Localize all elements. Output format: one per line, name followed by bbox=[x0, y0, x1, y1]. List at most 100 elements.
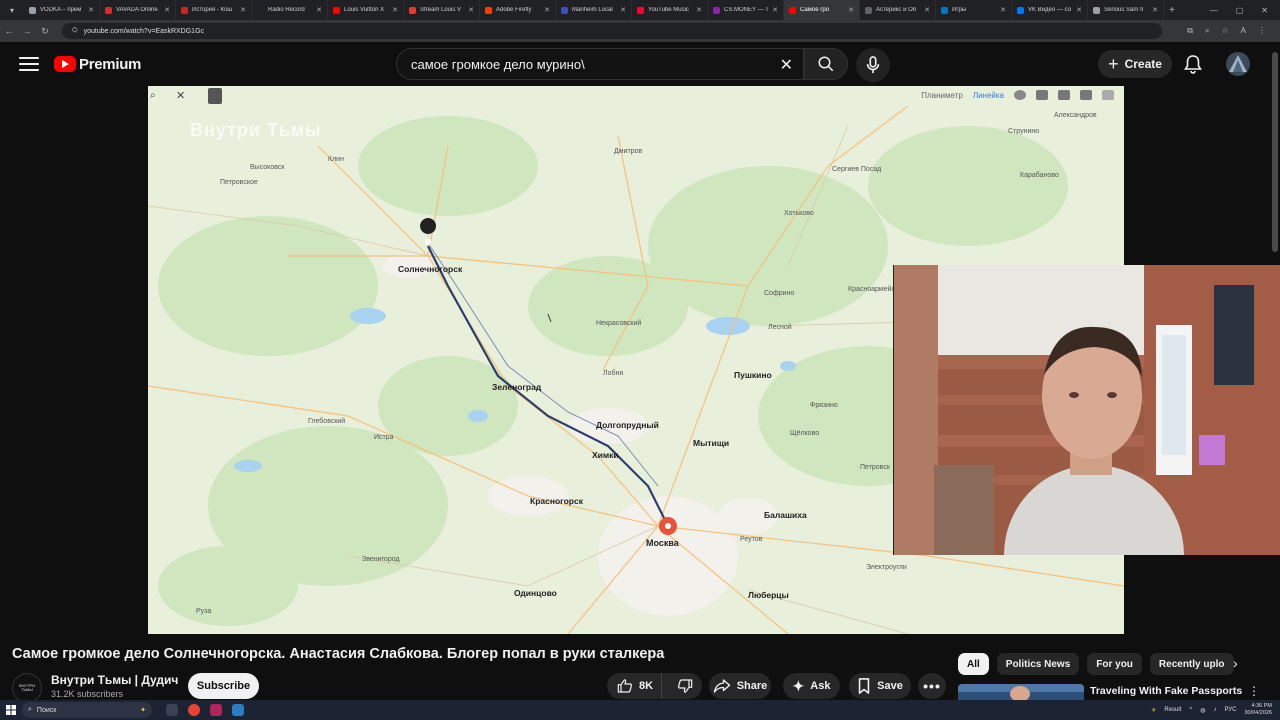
clear-search-icon[interactable]: ✕ bbox=[780, 55, 793, 75]
language-indicator[interactable]: РУС bbox=[1224, 707, 1236, 713]
browser-tab[interactable]: Астерикс и Об ✕ bbox=[860, 0, 936, 20]
reload-icon[interactable]: ↻ bbox=[36, 26, 54, 37]
scrollbar-thumb[interactable] bbox=[1272, 52, 1278, 252]
maximize-icon[interactable]: ▢ bbox=[1236, 6, 1244, 15]
tab-close-icon[interactable]: ✕ bbox=[316, 6, 322, 14]
tab-close-icon[interactable]: ✕ bbox=[620, 6, 626, 14]
weather-icon[interactable]: ☀ bbox=[1151, 707, 1156, 714]
minimize-icon[interactable]: — bbox=[1210, 6, 1218, 15]
tab-close-icon[interactable]: ✕ bbox=[468, 6, 474, 14]
browser-tab[interactable]: Stream Louis V ✕ bbox=[404, 0, 480, 20]
like-button[interactable]: 8K bbox=[607, 673, 662, 699]
extension-icon[interactable]: A bbox=[1241, 26, 1246, 36]
related-video-thumbnail[interactable] bbox=[958, 684, 1084, 700]
notifications-bell-icon[interactable] bbox=[1184, 54, 1202, 74]
layers-icon[interactable] bbox=[1014, 90, 1026, 100]
tab-close-icon[interactable]: ✕ bbox=[848, 6, 854, 14]
zoom-icon[interactable]: ⌕ bbox=[1205, 26, 1209, 36]
back-icon[interactable]: ← bbox=[0, 26, 18, 36]
forward-icon[interactable]: → bbox=[18, 26, 36, 36]
panorama-icon[interactable] bbox=[1036, 90, 1048, 100]
tab-close-icon[interactable]: ✕ bbox=[696, 6, 702, 14]
more-vertical-icon[interactable]: ⋮ bbox=[1248, 684, 1260, 698]
save-button[interactable]: Save bbox=[849, 673, 911, 699]
menu-icon[interactable] bbox=[19, 57, 39, 71]
voice-search-button[interactable] bbox=[856, 48, 890, 82]
tab-close-icon[interactable]: ✕ bbox=[392, 6, 398, 14]
share-button[interactable]: Share bbox=[709, 673, 771, 699]
tab-close-icon[interactable]: ✕ bbox=[772, 6, 778, 14]
dislike-button[interactable] bbox=[668, 678, 702, 694]
tab-close-icon[interactable]: ✕ bbox=[240, 6, 246, 14]
channel-name[interactable]: Внутри Тьмы | Дудич bbox=[51, 673, 178, 687]
browser-tab[interactable]: VODKA – прем ✕ bbox=[24, 0, 100, 20]
tab-close-icon[interactable]: ✕ bbox=[1152, 6, 1158, 14]
clock[interactable]: 4:36 PM 30/04/2026 bbox=[1244, 703, 1272, 716]
youtube-header: Premium самое громкое дело мурино\ ✕ + C… bbox=[0, 42, 1280, 86]
tray-chevron-icon[interactable]: ^ bbox=[1189, 707, 1192, 713]
create-button[interactable]: + Create bbox=[1098, 50, 1172, 78]
browser-tab[interactable]: Serious Sam II ✕ bbox=[1088, 0, 1164, 20]
camera-icon[interactable] bbox=[1058, 90, 1070, 100]
open-in-app-icon[interactable]: ⧉ bbox=[1187, 26, 1193, 36]
browser-tab[interactable]: VK Видео — со ✕ bbox=[1012, 0, 1088, 20]
channel-avatar[interactable]: ВНУТРИ ТЬМЫ bbox=[12, 673, 42, 703]
search-button[interactable] bbox=[804, 48, 848, 80]
planimeter-tool[interactable]: Планиметр bbox=[921, 91, 963, 100]
new-tab-button[interactable]: + bbox=[1164, 5, 1180, 16]
tab-close-icon[interactable]: ✕ bbox=[544, 6, 550, 14]
browser-tab[interactable]: Игры ✕ bbox=[936, 0, 1012, 20]
taskbar-search[interactable]: ⌕ Поиск ✦ bbox=[22, 702, 152, 718]
search-input[interactable]: самое громкое дело мурино\ ✕ bbox=[396, 48, 804, 80]
browser-tab[interactable]: Самое гро ✕ bbox=[784, 0, 860, 20]
site-info-icon[interactable]: ⛭ bbox=[72, 27, 78, 35]
map-panel-handle[interactable] bbox=[208, 88, 222, 104]
browser-menu-icon[interactable]: ⋮ bbox=[1258, 26, 1266, 36]
network-icon[interactable]: ◍ bbox=[1200, 707, 1205, 714]
map-place-label: Звенигород bbox=[362, 556, 400, 563]
subscribe-button[interactable]: Subscribe bbox=[188, 673, 259, 699]
map-search-icon[interactable]: ⌕ bbox=[150, 90, 156, 101]
tab-close-icon[interactable]: ✕ bbox=[1076, 6, 1082, 14]
ask-button[interactable]: ✦ Ask bbox=[783, 673, 840, 699]
browser-tab[interactable]: Manheim Local ✕ bbox=[556, 0, 632, 20]
ruler-tool[interactable]: Линейка bbox=[973, 91, 1004, 100]
filter-chip[interactable]: All bbox=[958, 653, 989, 675]
bookmark-star-icon[interactable]: ☆ bbox=[1221, 26, 1228, 36]
close-window-icon[interactable]: ✕ bbox=[1261, 6, 1268, 15]
youtube-premium-logo[interactable]: Premium bbox=[54, 56, 141, 73]
map-place-label: Красноармейск bbox=[848, 286, 899, 293]
print-icon[interactable] bbox=[1102, 90, 1114, 100]
filter-chip[interactable]: Politics News bbox=[996, 653, 1080, 675]
app-icon[interactable] bbox=[210, 704, 222, 716]
browser-tab[interactable]: Radio Record ✕ bbox=[252, 0, 328, 20]
tab-close-icon[interactable]: ✕ bbox=[1000, 6, 1006, 14]
browser-tab[interactable]: Adobe Firefly ✕ bbox=[480, 0, 556, 20]
map-place-label: Люберцы bbox=[748, 590, 789, 600]
volume-icon[interactable]: ♪ bbox=[1213, 707, 1216, 713]
tab-close-icon[interactable]: ✕ bbox=[88, 6, 94, 14]
tab-title: Radio Record bbox=[268, 7, 305, 13]
browser-tab[interactable]: Louis Vuitton X ✕ bbox=[328, 0, 404, 20]
browser-tab[interactable]: CS.MONEY — T ✕ bbox=[708, 0, 784, 20]
chrome-icon[interactable] bbox=[188, 704, 200, 716]
chevron-right-icon[interactable]: › bbox=[1233, 655, 1238, 671]
tab-close-icon[interactable]: ✕ bbox=[924, 6, 930, 14]
map-close-icon[interactable]: ✕ bbox=[176, 89, 185, 102]
start-button[interactable] bbox=[0, 705, 22, 715]
filter-chip[interactable]: For you bbox=[1087, 653, 1142, 675]
account-avatar[interactable] bbox=[1226, 52, 1250, 76]
tray-label[interactable]: Result bbox=[1164, 707, 1181, 713]
related-video-title[interactable]: Traveling With Fake Passports bbox=[1090, 685, 1242, 697]
steam-icon[interactable] bbox=[232, 704, 244, 716]
browser-tab[interactable]: VAVADA Online ✕ bbox=[100, 0, 176, 20]
task-view-icon[interactable] bbox=[166, 704, 178, 716]
browser-tab[interactable]: YouTube Music ✕ bbox=[632, 0, 708, 20]
browser-tab[interactable]: История - Кош ✕ bbox=[176, 0, 252, 20]
tab-close-icon[interactable]: ✕ bbox=[164, 6, 170, 14]
address-bar[interactable]: ⛭ youtube.com/watch?v=EaskRXDG1Gc bbox=[62, 23, 1162, 39]
tab-search-icon[interactable]: ▾ bbox=[0, 0, 24, 20]
transport-icon[interactable] bbox=[1080, 90, 1092, 100]
more-actions-button[interactable]: ••• bbox=[918, 673, 946, 699]
filter-chip[interactable]: Recently uplo bbox=[1149, 653, 1234, 675]
